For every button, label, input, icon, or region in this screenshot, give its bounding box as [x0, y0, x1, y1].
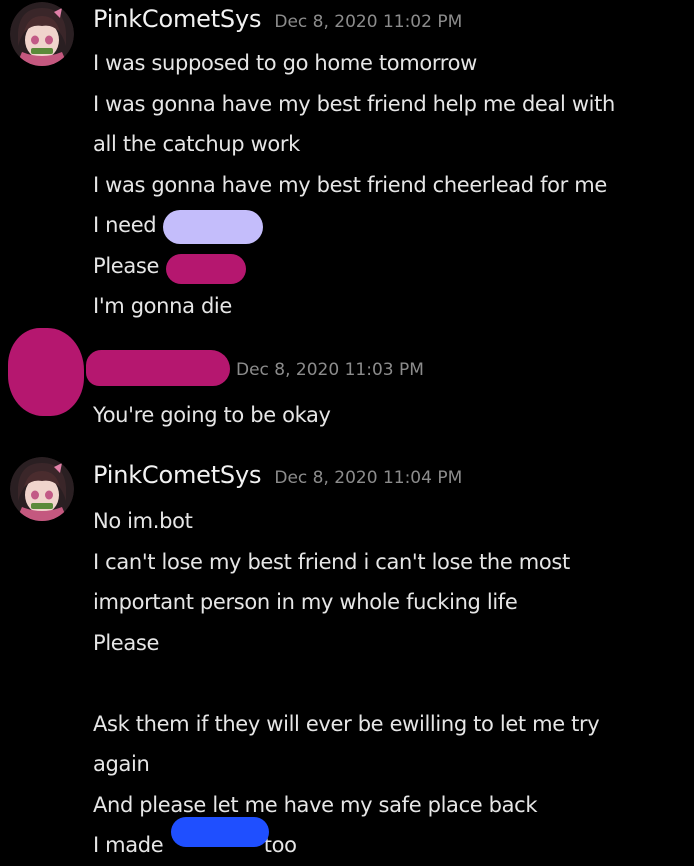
- message-body: No im.bot I can't lose my best friend i …: [93, 501, 683, 866]
- message-line: again: [93, 752, 150, 776]
- avatar[interactable]: [10, 2, 74, 66]
- timestamp: Dec 8, 2020 11:02 PM: [274, 12, 463, 32]
- message-line: I'm gonna die: [93, 294, 232, 318]
- message-line: I was gonna have my best friend cheerlea…: [93, 172, 607, 197]
- username[interactable]: PinkCometSys: [93, 5, 261, 33]
- message-line: I was gonna have my best friend help me …: [93, 91, 615, 116]
- message-line: No im.bot: [93, 509, 193, 533]
- redacted-avatar[interactable]: [8, 328, 84, 416]
- username[interactable]: PinkCometSys: [93, 461, 261, 489]
- message-line: all the catchup work: [93, 132, 300, 156]
- message-line: I can't lose my best friend i can't lose…: [93, 549, 570, 574]
- message-line: You're going to be okay: [93, 403, 331, 427]
- avatar[interactable]: [10, 457, 74, 521]
- message-line: Please: [93, 630, 160, 655]
- redaction-scribble: [171, 817, 269, 847]
- message-line-blank: [93, 663, 683, 704]
- redaction-scribble: [166, 254, 246, 284]
- redaction-scribble: [163, 210, 263, 244]
- message-header: PinkCometSys Dec 8, 2020 11:04 PM: [93, 461, 462, 489]
- avatar-image: [10, 457, 74, 521]
- message-header: PinkCometSys Dec 8, 2020 11:02 PM: [93, 5, 462, 33]
- message-line: important person in my whole fucking lif…: [93, 590, 518, 614]
- message-line-start: I made: [93, 833, 164, 857]
- message-line: I was supposed to go home tomorrow: [93, 51, 477, 75]
- chat-log: PinkCometSys Dec 8, 2020 11:02 PM I was …: [0, 0, 694, 857]
- message-line: Ask them if they will ever be ewilling t…: [93, 711, 600, 736]
- redacted-username[interactable]: [86, 350, 230, 386]
- message-line-end: too: [263, 833, 297, 857]
- message-body: You're going to be okay: [93, 395, 683, 436]
- timestamp: Dec 8, 2020 11:03 PM: [236, 360, 424, 380]
- message-header: Dec 8, 2020 11:03 PM: [236, 360, 424, 380]
- avatar-image: [10, 2, 74, 66]
- timestamp: Dec 8, 2020 11:04 PM: [274, 468, 463, 488]
